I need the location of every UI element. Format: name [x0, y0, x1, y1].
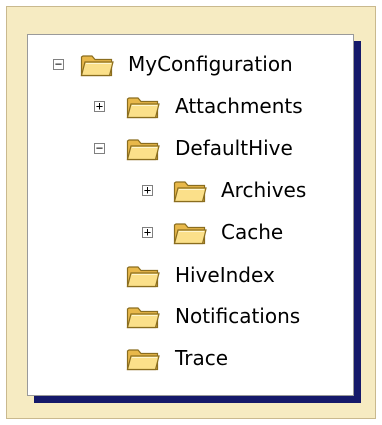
tree-node-myconfiguration[interactable]: − MyConfiguration	[28, 47, 348, 81]
collapse-toggle[interactable]: −	[94, 142, 105, 154]
tree-node-label: Attachments	[175, 94, 303, 118]
tree-node-archives[interactable]: + Archives	[28, 173, 348, 207]
tree-node-label: Notifications	[175, 304, 301, 328]
tree-node-label: Archives	[221, 178, 307, 202]
tree-node-cache[interactable]: + Cache	[28, 215, 348, 249]
expand-toggle[interactable]: +	[142, 226, 153, 238]
folder-icon	[126, 262, 160, 288]
tree-node-hiveindex[interactable]: HiveIndex	[28, 258, 348, 292]
expand-toggle[interactable]: +	[142, 184, 153, 196]
tree-node-trace[interactable]: Trace	[28, 341, 348, 375]
tree-node-defaulthive[interactable]: − DefaultHive	[28, 131, 348, 165]
folder-tree-panel: − MyConfiguration + Attachments − Defaul…	[27, 34, 354, 396]
folder-icon	[173, 219, 207, 245]
tree-node-notifications[interactable]: Notifications	[28, 299, 348, 333]
expand-toggle[interactable]: +	[94, 100, 105, 112]
tree-node-label: MyConfiguration	[128, 52, 293, 76]
tree-node-label: DefaultHive	[175, 136, 293, 160]
folder-icon	[173, 177, 207, 203]
tree-node-attachments[interactable]: + Attachments	[28, 89, 348, 123]
folder-icon	[126, 135, 160, 161]
folder-icon	[126, 345, 160, 371]
tree-node-label: Trace	[175, 346, 229, 370]
folder-icon	[80, 51, 114, 77]
tree-node-label: HiveIndex	[175, 263, 275, 287]
folder-icon	[126, 303, 160, 329]
tree-node-label: Cache	[221, 220, 284, 244]
folder-icon	[126, 93, 160, 119]
collapse-toggle[interactable]: −	[53, 58, 64, 70]
